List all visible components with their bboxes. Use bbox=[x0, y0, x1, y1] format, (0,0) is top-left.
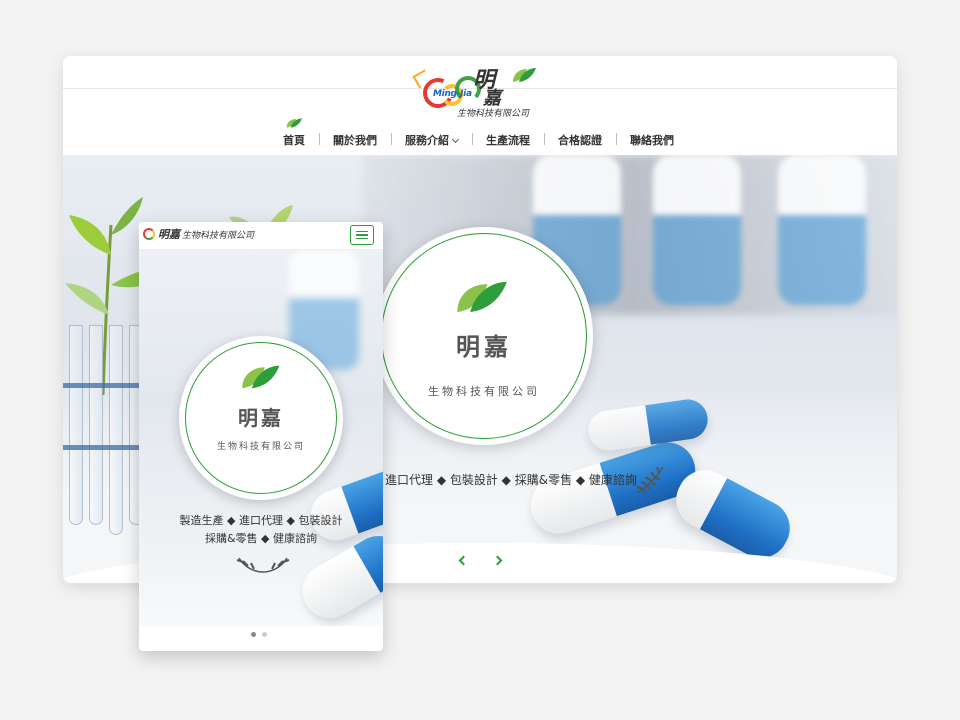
slider-controls bbox=[456, 553, 504, 567]
badge-subtitle: 生物科技有限公司 bbox=[428, 385, 540, 398]
nav-label: 首頁 bbox=[283, 134, 305, 147]
nav-item-process[interactable]: 生產流程 bbox=[472, 132, 544, 148]
leaf-icon bbox=[242, 365, 280, 389]
nav-item-home[interactable]: 首頁 bbox=[269, 118, 319, 148]
mobile-hero: 明嘉 生物科技有限公司 製造生產 ◆ 進口代理 ◆ 包裝設計 採購&零售 ◆ 健… bbox=[139, 250, 383, 626]
nav-item-services[interactable]: 服務介紹 bbox=[391, 132, 472, 148]
nav-label: 聯絡我們 bbox=[630, 134, 674, 147]
hamburger-menu-button[interactable] bbox=[350, 225, 374, 245]
badge-title: 明嘉 bbox=[456, 333, 512, 361]
leaf-icon bbox=[457, 281, 507, 313]
main-nav: 首頁 關於我們 服務介紹 生產流程 合格認證 聯絡我們 bbox=[269, 118, 688, 148]
badge-subtitle: 生物科技有限公司 bbox=[216, 442, 305, 452]
logo-subtitle: 生物科技有限公司 bbox=[457, 109, 530, 119]
leaf-icon bbox=[513, 68, 536, 82]
nav-label: 服務介紹 bbox=[405, 134, 449, 147]
nav-label: 關於我們 bbox=[333, 134, 377, 147]
blister-tile bbox=[778, 155, 866, 305]
blister-tile bbox=[653, 155, 741, 305]
badge-title: 明嘉 bbox=[238, 406, 284, 430]
nav-item-contact[interactable]: 聯絡我們 bbox=[616, 132, 688, 148]
nav-label: 生產流程 bbox=[486, 134, 530, 147]
logo-english: Ming-Jia bbox=[433, 89, 472, 99]
mobile-header: 明嘉 生物科技有限公司 bbox=[139, 222, 383, 250]
logo-mark-icon bbox=[143, 228, 155, 240]
laurel-icon bbox=[636, 466, 664, 495]
mobile-mockup: 明嘉 生物科技有限公司 明嘉 生物科技有限公司 製造生產 ◆ 進口代理 ◆ 包裝… bbox=[139, 222, 383, 651]
pagination-dot-1[interactable] bbox=[251, 632, 256, 637]
chevron-right-icon bbox=[492, 555, 502, 565]
nav-item-about[interactable]: 關於我們 bbox=[319, 132, 391, 148]
mobile-logo-text: 生物科技有限公司 bbox=[182, 230, 255, 241]
nav-label: 合格認證 bbox=[558, 134, 602, 147]
mobile-logo[interactable]: 明嘉 生物科技有限公司 bbox=[143, 226, 254, 242]
leaf-icon bbox=[286, 118, 302, 128]
pagination-dot-2[interactable] bbox=[262, 632, 267, 637]
site-logo[interactable]: Ming-Jia 明 嘉 生物科技有限公司 bbox=[412, 62, 545, 119]
hamburger-icon bbox=[356, 230, 368, 233]
mobile-tagline-line1: 製造生產 ◆ 進口代理 ◆ 包裝設計 bbox=[179, 514, 343, 527]
chevron-left-icon bbox=[458, 555, 468, 565]
mobile-logo-mark: 明嘉 bbox=[158, 228, 180, 241]
slider-next-button[interactable] bbox=[490, 553, 504, 567]
chevron-down-icon bbox=[451, 135, 460, 144]
mobile-tagline-line2: 採購&零售 ◆ 健康諮詢 bbox=[204, 532, 318, 545]
hero-badge: 明嘉 生物科技有限公司 bbox=[375, 227, 593, 445]
laurel-icon bbox=[236, 557, 290, 573]
slider-prev-button[interactable] bbox=[456, 553, 470, 567]
slider-pagination bbox=[251, 632, 267, 637]
mobile-hero-badge: 明嘉 生物科技有限公司 bbox=[179, 336, 343, 500]
nav-item-certification[interactable]: 合格認證 bbox=[544, 132, 616, 148]
hero-tagline: 進口代理 ◆ 包裝設計 ◆ 採購&零售 ◆ 健康諮詢 bbox=[385, 473, 637, 487]
